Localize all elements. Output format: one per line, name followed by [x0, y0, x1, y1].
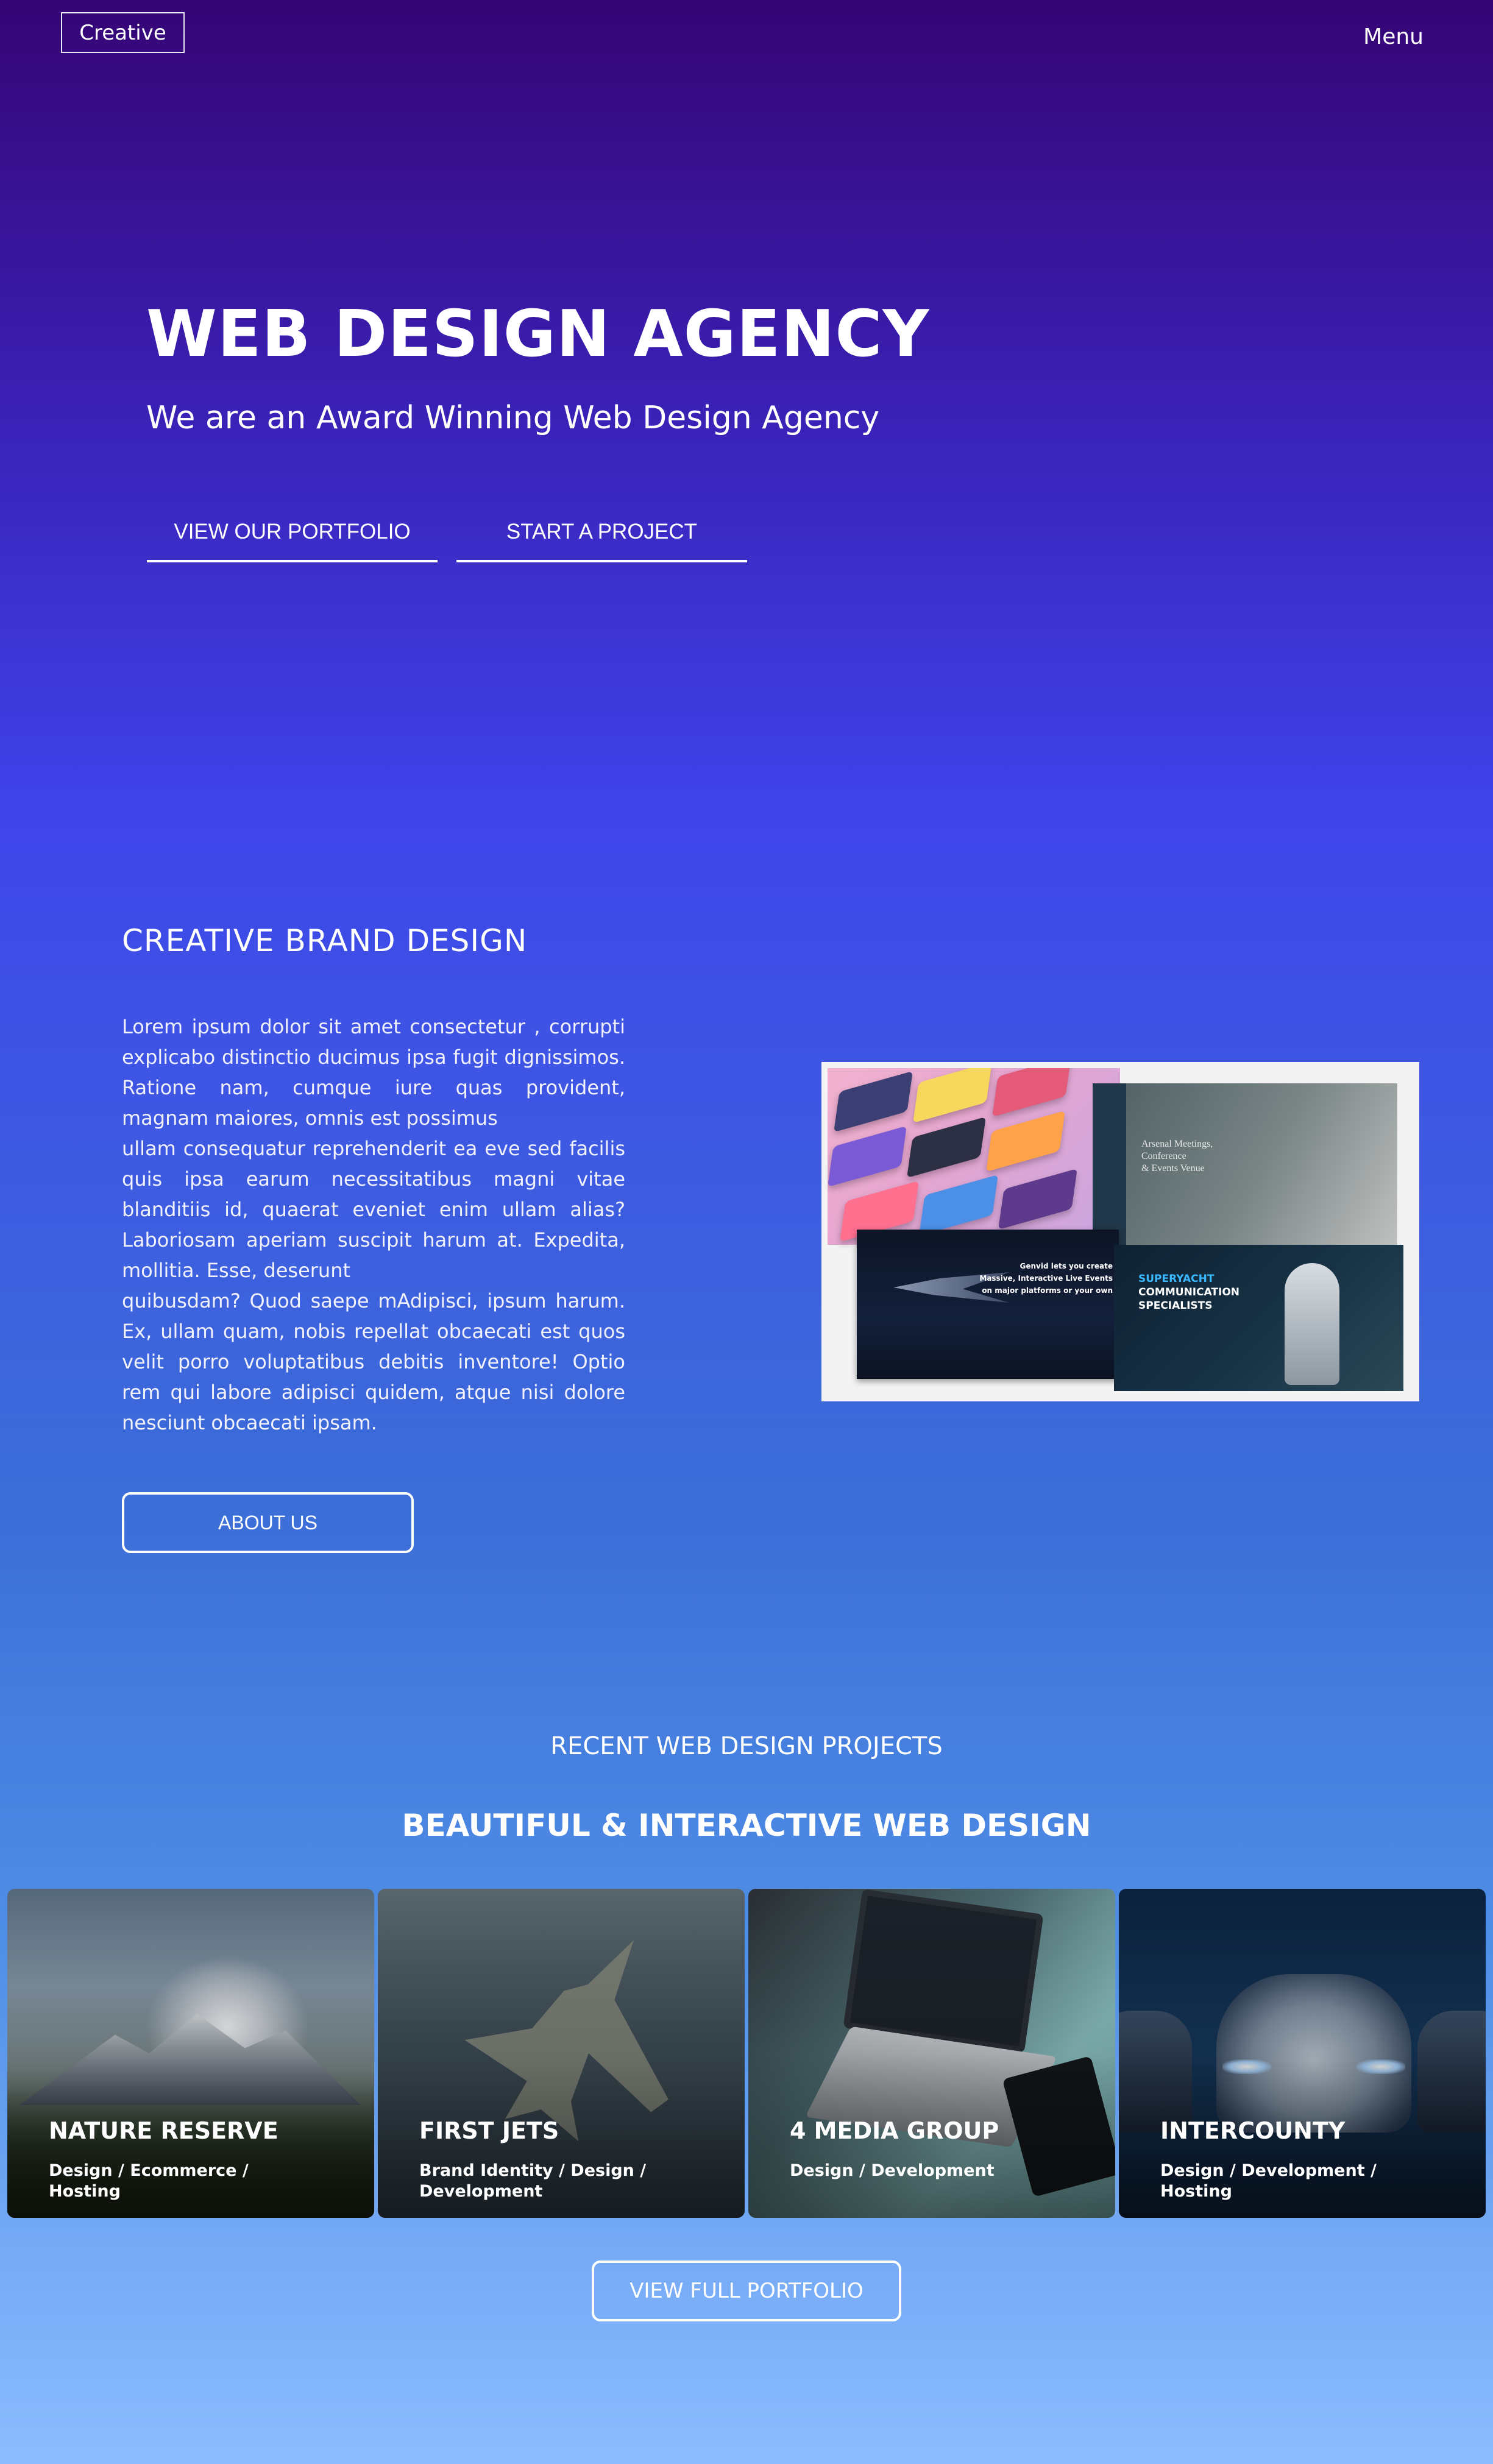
project-card-title: FIRST JETS — [419, 2117, 559, 2144]
collage-yacht-tile: SUPERYACHT COMMUNICATION SPECIALISTS — [1114, 1245, 1403, 1391]
brand-paragraph: Lorem ipsum dolor sit amet consectetur ,… — [122, 1015, 625, 1130]
recent-projects-heading: BEAUTIFUL & INTERACTIVE WEB DESIGN — [402, 1808, 1091, 1843]
brand-paragraph: quibusdam? Quod saepe mAdipisci, ipsum h… — [122, 1289, 625, 1434]
menu-button[interactable]: Menu — [1363, 24, 1424, 49]
project-card-tags: Design / Development — [790, 2161, 995, 2180]
project-card-first-jets[interactable]: FIRST JETS Brand Identity / Design / Dev… — [378, 1889, 745, 2218]
logo-link[interactable]: Creative — [61, 12, 185, 53]
view-our-portfolio-button[interactable]: VIEW OUR PORTFOLIO — [147, 503, 438, 562]
project-card-title: INTERCOUNTY — [1160, 2117, 1346, 2144]
collage-yacht-caption: SUPERYACHT COMMUNICATION SPECIALISTS — [1138, 1272, 1239, 1312]
start-a-project-button[interactable]: START A PROJECT — [456, 503, 747, 562]
collage-jet-caption: Genvid lets you create Massive, Interact… — [979, 1262, 1113, 1295]
project-card-intercounty[interactable]: INTERCOUNTY Design / Development / Hosti… — [1119, 1889, 1486, 2218]
project-card-tags: Design / Ecommerce / Hosting — [49, 2161, 249, 2201]
collage-yacht-caption-line3: SPECIALISTS — [1138, 1300, 1213, 1312]
collage-app-cards-tile — [828, 1068, 1120, 1245]
collage-arsenal-caption: Arsenal Meetings, Conference & Events Ve… — [1141, 1139, 1213, 1174]
recent-projects-kicker: RECENT WEB DESIGN PROJECTS — [550, 1732, 943, 1760]
project-card-tags: Brand Identity / Design / Development — [419, 2161, 647, 2201]
collage-arsenal-tile: Arsenal Meetings, Conference & Events Ve… — [1093, 1083, 1397, 1248]
project-card-title: 4 MEDIA GROUP — [790, 2117, 999, 2144]
hero-subtitle: We are an Award Winning Web Design Agenc… — [146, 400, 880, 436]
project-cards: NATURE RESERVE Design / Ecommerce / Host… — [7, 1889, 1486, 2218]
brand-section-text: Lorem ipsum dolor sit amet consectetur ,… — [122, 1011, 625, 1438]
brand-paragraph: ullam consequatur reprehenderit ea eve s… — [122, 1137, 625, 1282]
project-card-nature-reserve[interactable]: NATURE RESERVE Design / Ecommerce / Host… — [7, 1889, 374, 2218]
brand-section-title: CREATIVE BRAND DESIGN — [122, 923, 528, 958]
project-card-title: NATURE RESERVE — [49, 2117, 278, 2144]
collage-jet-tile: Genvid lets you create Massive, Interact… — [857, 1230, 1119, 1379]
view-full-portfolio-button[interactable]: VIEW FULL PORTFOLIO — [592, 2260, 901, 2321]
collage-yacht-caption-line2: COMMUNICATION — [1138, 1286, 1240, 1298]
collage-yacht-caption-line1: SUPERYACHT — [1138, 1273, 1215, 1285]
about-us-button[interactable]: ABOUT US — [122, 1492, 414, 1553]
portfolio-collage-image: Arsenal Meetings, Conference & Events Ve… — [821, 1062, 1419, 1401]
project-card-tags: Design / Development / Hosting — [1160, 2161, 1377, 2201]
project-card-4-media-group[interactable]: 4 MEDIA GROUP Design / Development — [748, 1889, 1115, 2218]
hero-title: WEB DESIGN AGENCY — [146, 297, 930, 371]
